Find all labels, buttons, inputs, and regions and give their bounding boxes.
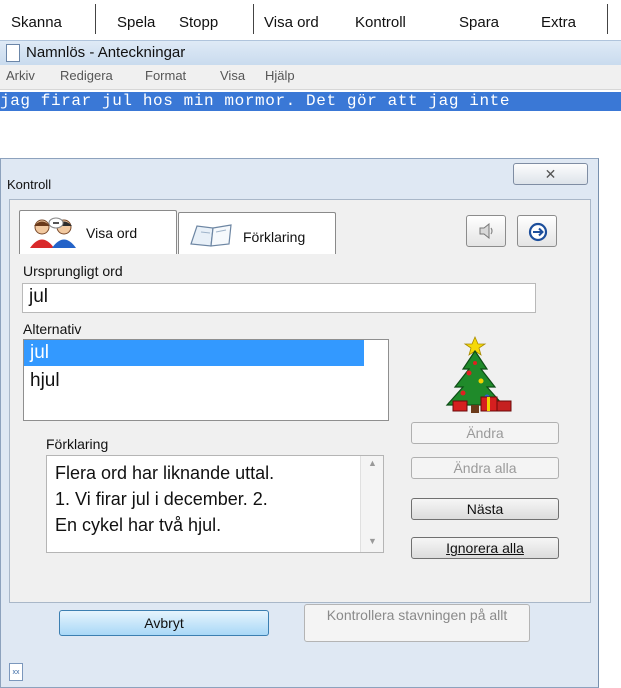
- andra-button[interactable]: Ändra: [411, 422, 559, 444]
- menu-format[interactable]: Format: [145, 68, 186, 83]
- original-word-label: Ursprungligt ord: [23, 263, 123, 279]
- notepad-text-area[interactable]: jag firar jul hos min mormor. Det gör at…: [0, 92, 621, 111]
- explanation-box[interactable]: Flera ord har liknande uttal. 1. Vi fira…: [46, 455, 384, 553]
- toolbar-spela-button[interactable]: Spela: [117, 14, 155, 31]
- notepad-selected-text: jag firar jul hos min mormor. Det gör at…: [0, 92, 621, 111]
- explanation-text: Flera ord har liknande uttal. 1. Vi fira…: [55, 463, 275, 535]
- alternatives-list: jul hjul: [23, 339, 389, 421]
- book-icon: [190, 224, 232, 247]
- document-icon: xx: [9, 663, 23, 681]
- tab-visa-ord[interactable]: Visa ord: [19, 210, 177, 254]
- andra-alla-button[interactable]: Ändra alla: [411, 457, 559, 479]
- tab-forklaring[interactable]: Förklaring: [178, 212, 336, 254]
- alternative-item-hjul[interactable]: hjul: [24, 368, 364, 394]
- notepad-icon: [6, 44, 20, 62]
- ignorera-alla-button[interactable]: Ignorera alla: [411, 537, 559, 559]
- toolbar-kontroll-button[interactable]: Kontroll: [355, 14, 406, 31]
- close-button[interactable]: ✕: [513, 163, 588, 185]
- explanation-label: Förklaring: [46, 436, 109, 452]
- dialog-title: Kontroll: [7, 177, 52, 192]
- toolbar-separator: [607, 4, 608, 34]
- toolbar-visa-ord-button[interactable]: Visa ord: [264, 14, 319, 31]
- kontrollera-stavning-button[interactable]: Kontrollera stavningen på allt: [304, 604, 530, 642]
- toolbar-stopp-button[interactable]: Stopp: [179, 14, 218, 31]
- app-toolbar: Skanna Spela Stopp Visa ord Kontroll Spa…: [0, 0, 621, 38]
- close-icon: ✕: [544, 166, 557, 182]
- toolbar-extra-button[interactable]: Extra: [541, 14, 576, 31]
- toolbar-separator: [95, 4, 96, 34]
- notepad-title: Namnlös - Anteckningar: [26, 44, 186, 61]
- avbryt-button[interactable]: Avbryt: [59, 610, 269, 636]
- speaker-icon: [479, 223, 493, 239]
- menu-redigera[interactable]: Redigera: [60, 68, 113, 83]
- alternative-item-jul[interactable]: jul: [24, 340, 364, 366]
- notepad-title-bar[interactable]: Namnlös - Anteckningar: [0, 40, 621, 65]
- tab-visa-ord-label: Visa ord: [86, 225, 138, 241]
- speaker-button[interactable]: [466, 215, 506, 247]
- notepad-menu-bar: Arkiv Redigera Format Visa Hjälp: [0, 65, 621, 90]
- scroll-up-icon[interactable]: ▲: [368, 458, 377, 468]
- toolbar-separator: [253, 4, 254, 34]
- nasta-button[interactable]: Nästa: [411, 498, 559, 520]
- christmas-tree-icon: [445, 335, 512, 413]
- explanation-scrollbar[interactable]: ▲ ▼: [360, 456, 383, 552]
- scroll-down-icon[interactable]: ▼: [368, 536, 377, 546]
- menu-arkiv[interactable]: Arkiv: [6, 68, 35, 83]
- toolbar-spara-button[interactable]: Spara: [459, 14, 499, 31]
- arrow-right-circle-icon: [528, 222, 548, 242]
- people-icon: [30, 217, 76, 248]
- toolbar-skanna-button[interactable]: Skanna: [11, 14, 62, 31]
- menu-visa[interactable]: Visa: [220, 68, 245, 83]
- next-arrow-button[interactable]: [517, 215, 557, 247]
- tab-forklaring-label: Förklaring: [243, 229, 306, 245]
- menu-hjalp[interactable]: Hjälp: [265, 68, 295, 83]
- alternatives-label: Alternativ: [23, 321, 82, 337]
- original-word-field[interactable]: jul: [22, 283, 536, 313]
